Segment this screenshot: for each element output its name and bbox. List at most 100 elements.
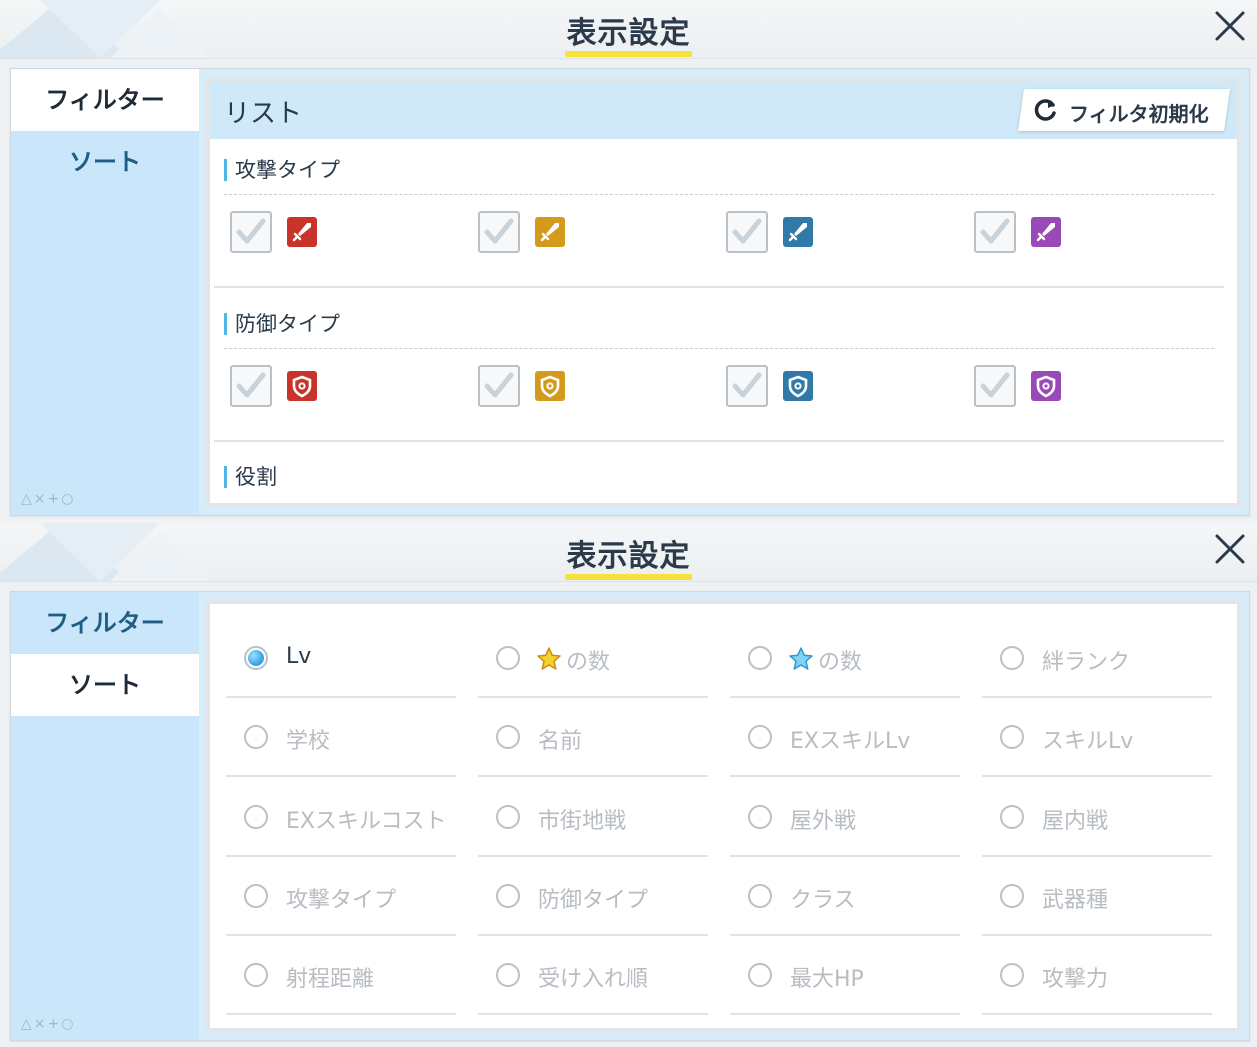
sort-option[interactable]: 名前 xyxy=(478,699,708,777)
section-title-role: 役割 xyxy=(224,466,277,488)
sort-radio[interactable] xyxy=(496,805,520,829)
divider xyxy=(224,348,1214,349)
sort-option-label: 攻撃力 xyxy=(1042,967,1109,992)
sort-option-label: 屋内戦 xyxy=(1042,809,1109,834)
sort-option[interactable]: 絆ランク xyxy=(982,620,1212,698)
sort-radio[interactable] xyxy=(244,725,268,749)
check-icon xyxy=(732,218,762,244)
divider xyxy=(730,855,960,857)
divider xyxy=(226,1013,456,1015)
tab-filter[interactable]: フィルター xyxy=(11,69,199,131)
divider xyxy=(226,934,456,936)
divider xyxy=(982,855,1212,857)
sword-icon xyxy=(783,217,813,247)
divider xyxy=(214,286,1224,288)
page-title: 表示設定 xyxy=(566,16,691,51)
sort-option[interactable]: スキルLv xyxy=(982,699,1212,777)
tab-sort[interactable]: ソート xyxy=(11,131,199,193)
sort-radio[interactable] xyxy=(1000,646,1024,670)
sort-radio[interactable] xyxy=(748,646,772,670)
sort-option[interactable]: 市街地戦 xyxy=(478,779,708,857)
filter-reset-button[interactable]: フィルタ初期化 xyxy=(1018,89,1230,131)
shield-icon xyxy=(1031,371,1061,401)
sword-icon xyxy=(535,217,565,247)
sort-radio[interactable] xyxy=(748,963,772,987)
section-title-attack: 攻撃タイプ xyxy=(224,159,340,181)
type-checkbox[interactable] xyxy=(230,211,272,253)
sort-option[interactable]: の数 xyxy=(478,620,708,698)
type-checkbox[interactable] xyxy=(974,211,1016,253)
sort-option-label: 絆ランク xyxy=(1042,650,1131,675)
reset-icon xyxy=(1034,99,1056,121)
sort-radio[interactable] xyxy=(244,646,268,670)
sort-radio[interactable] xyxy=(748,805,772,829)
sort-radio[interactable] xyxy=(1000,725,1024,749)
sidebar: フィルター ソート △×+○ xyxy=(11,592,199,1040)
sort-option[interactable]: 屋内戦 xyxy=(982,779,1212,857)
sort-option[interactable]: クラス xyxy=(730,858,960,936)
check-icon xyxy=(236,218,266,244)
sort-radio[interactable] xyxy=(244,963,268,987)
sort-option[interactable]: の数 xyxy=(730,620,960,698)
sort-option-label: 市街地戦 xyxy=(538,809,627,834)
sort-radio[interactable] xyxy=(748,884,772,908)
sort-option[interactable]: 最大HP xyxy=(730,937,960,1015)
type-checkbox[interactable] xyxy=(974,365,1016,407)
sort-radio[interactable] xyxy=(244,805,268,829)
check-icon xyxy=(484,218,514,244)
divider xyxy=(730,696,960,698)
sort-radio[interactable] xyxy=(496,725,520,749)
sort-option-label: 受け入れ順 xyxy=(538,967,649,992)
sort-option-label: の数 xyxy=(818,650,863,675)
sort-radio[interactable] xyxy=(496,963,520,987)
type-checkbox[interactable] xyxy=(230,365,272,407)
check-icon xyxy=(732,372,762,398)
sort-option[interactable]: EXスキルコスト xyxy=(226,779,456,857)
sort-option-label: EXスキルコスト xyxy=(286,809,447,834)
sort-option-label: 学校 xyxy=(286,729,331,754)
sword-icon xyxy=(287,217,317,247)
divider xyxy=(226,855,456,857)
sort-option[interactable]: 攻撃力 xyxy=(982,937,1212,1015)
sort-option[interactable]: 屋外戦 xyxy=(730,779,960,857)
sort-radio[interactable] xyxy=(1000,884,1024,908)
divider xyxy=(478,696,708,698)
tab-filter[interactable]: フィルター xyxy=(11,592,199,654)
divider xyxy=(982,1013,1212,1015)
sort-option[interactable]: 防御タイプ xyxy=(478,858,708,936)
settings-panel-sort: 表示設定 フィルター ソート △×+○ Lv の数 の数 絆ランク 学校 名前 EXスキルL… xyxy=(0,523,1257,1047)
divider xyxy=(982,934,1212,936)
sort-radio[interactable] xyxy=(748,725,772,749)
type-checkbox[interactable] xyxy=(726,211,768,253)
sort-option-label: 攻撃タイプ xyxy=(286,888,397,913)
settings-panel-filter: 表示設定 フィルター ソート △×+○ リスト フィルタ初期化 攻撃タイプ 防御… xyxy=(0,0,1257,520)
sort-radio[interactable] xyxy=(496,646,520,670)
divider xyxy=(214,440,1224,442)
blue-star-icon xyxy=(788,646,814,672)
type-checkbox[interactable] xyxy=(478,365,520,407)
sort-radio[interactable] xyxy=(244,884,268,908)
sidebar-decoration: △×+○ xyxy=(21,1016,76,1032)
sort-radio[interactable] xyxy=(1000,805,1024,829)
sort-option[interactable]: 学校 xyxy=(226,699,456,777)
sort-option[interactable]: 射程距離 xyxy=(226,937,456,1015)
sort-radio[interactable] xyxy=(1000,963,1024,987)
sort-option[interactable]: 受け入れ順 xyxy=(478,937,708,1015)
check-icon xyxy=(484,372,514,398)
divider xyxy=(226,775,456,777)
divider xyxy=(478,855,708,857)
sort-radio[interactable] xyxy=(496,884,520,908)
sort-option-label: 武器種 xyxy=(1042,888,1109,913)
sort-option[interactable]: EXスキルLv xyxy=(730,699,960,777)
type-checkbox[interactable] xyxy=(726,365,768,407)
sort-option[interactable]: 武器種 xyxy=(982,858,1212,936)
sort-option[interactable]: Lv xyxy=(226,620,456,698)
type-checkbox[interactable] xyxy=(478,211,520,253)
tab-sort[interactable]: ソート xyxy=(11,654,199,716)
sort-option[interactable]: 攻撃タイプ xyxy=(226,858,456,936)
sort-option-label: クラス xyxy=(790,888,856,913)
close-button[interactable] xyxy=(1212,8,1248,44)
filter-reset-label: フィルタ初期化 xyxy=(1069,102,1209,126)
divider xyxy=(478,1013,708,1015)
close-button[interactable] xyxy=(1212,531,1248,567)
